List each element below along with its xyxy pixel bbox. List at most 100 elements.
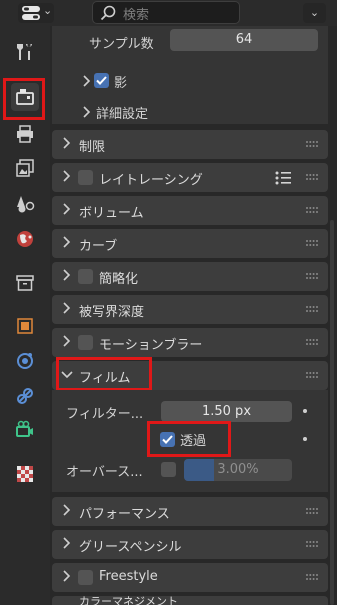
tab-scene[interactable] [11,190,39,218]
panel-curves[interactable]: カーブ [52,229,328,258]
tab-world[interactable] [11,225,39,253]
panel-label: Freestyle [99,569,158,584]
overscan-label: オーバース... [66,465,143,480]
panel-label: 制限 [79,140,106,155]
panel-motion-blur[interactable]: モーションブラー [52,328,328,357]
chevron-down-icon [61,371,73,379]
search-placeholder: 検索 [123,8,150,23]
tab-texture[interactable] [11,460,39,488]
tab-physics[interactable] [11,416,39,444]
list-options-icon[interactable] [274,170,292,186]
chevron-right-icon [63,570,71,582]
chevron-right-icon [63,504,71,516]
chevron-right-icon [63,269,71,281]
cone-sphere-icon [17,196,35,213]
drag-handle-icon[interactable] [305,140,319,148]
globe-icon [17,231,33,247]
drag-handle-icon[interactable] [305,540,319,548]
editor-type-button[interactable]: ⌄ [18,3,54,23]
chevron-right-icon [63,170,71,182]
panel-label: レイトレーシング [99,173,203,188]
panel-label: 簡略化 [99,272,139,287]
drag-handle-icon[interactable] [305,305,319,313]
chevron-right-icon [63,335,71,347]
physics-icon [17,353,33,369]
panel-limits[interactable]: 制限 [52,130,328,159]
tab-collection[interactable] [11,269,39,297]
raytracing-checkbox[interactable] [78,170,93,185]
square-orange-icon [17,318,33,334]
tab-object[interactable] [11,312,39,340]
camera-data-icon [16,420,33,437]
search-field[interactable]: 検索 [92,1,240,24]
panel-performance[interactable]: パフォーマンス [52,497,328,526]
shadow-checkbox[interactable] [94,73,109,88]
panel-grease-pencil[interactable]: グリースペンシル [52,530,328,559]
panel-freestyle[interactable]: Freestyle [52,563,328,592]
advanced-label[interactable]: 詳細設定 [96,103,148,122]
shadow-label: 影 [114,76,128,91]
panel-simplify[interactable]: 簡略化 [52,262,328,291]
panel-volumes[interactable]: ボリューム [52,196,328,225]
checkmark-icon [96,76,107,85]
checker-icon [17,466,33,482]
panel-label: ボリューム [79,206,144,221]
properties-editor-icon [22,6,40,20]
chevron-right-icon [63,236,71,248]
drag-handle-icon[interactable] [305,338,319,346]
samples-value: 64 [235,32,253,47]
printer-icon [17,125,33,143]
panel-film[interactable]: フィルム [52,361,328,390]
freestyle-checkbox[interactable] [78,570,93,585]
samples-label: サンプル数 [89,37,154,52]
drag-handle-icon[interactable] [305,173,319,181]
panel-label: カラーマネジメント [79,596,178,605]
tab-particles[interactable] [11,382,39,410]
filter-size-value: 1.50 px [201,404,252,419]
drag-handle-icon[interactable] [305,573,319,581]
overscan-checkbox[interactable] [161,462,176,477]
transparent-checkbox[interactable] [160,432,175,447]
chevron-right-icon [63,302,71,314]
tab-render[interactable] [11,83,39,111]
chevron-right-icon [63,137,71,149]
panel-label: フィルム [79,371,131,386]
chevron-right-icon [63,203,71,215]
panel-label: 被写界深度 [79,305,145,320]
options-dropdown-button[interactable]: ⌄ [303,3,326,23]
filter-size-field[interactable]: 1.50 px [161,401,292,422]
search-icon [100,5,116,21]
panel-label: カーブ [79,239,118,254]
tab-view-layer[interactable] [11,154,39,182]
drag-handle-icon[interactable] [305,371,319,379]
drag-handle-icon[interactable] [305,507,319,515]
wrench-screwdriver-icon [17,44,32,60]
overscan-slider-fill [184,459,214,481]
scrollbar[interactable] [330,220,334,605]
panel-raytracing[interactable]: レイトレーシング [52,163,328,192]
checkmark-icon [162,435,173,444]
tab-modifiers[interactable] [11,347,39,375]
keyframe-dot-icon[interactable] [303,409,307,413]
transparent-label: 透過 [180,434,207,449]
panel-depth-of-field[interactable]: 被写界深度 [52,295,328,324]
tab-output[interactable] [11,120,39,148]
keyframe-dot-icon[interactable] [303,437,307,441]
chevron-down-icon: ⌄ [43,4,53,17]
drag-handle-icon[interactable] [305,272,319,280]
film-subpanel: フィルター... 1.50 px 透過 オーバース... 3.00% [52,390,328,492]
drag-handle-icon[interactable] [305,206,319,214]
box-icon [16,275,34,291]
chevron-right-icon [63,537,71,549]
samples-field[interactable]: 64 [170,29,318,51]
panel-color-management[interactable]: カラーマネジメント [52,596,328,605]
image-stack-icon [16,159,34,177]
tab-tool[interactable] [11,38,39,66]
simplify-checkbox[interactable] [78,269,93,284]
motion-blur-checkbox[interactable] [78,335,93,350]
drag-handle-icon[interactable] [305,239,319,247]
overscan-slider[interactable]: 3.00% [184,459,292,481]
constraint-icon [17,388,33,404]
shadows-subpanel: サンプル数 64 影 詳細設定 [52,26,328,124]
chevron-right-icon [83,75,91,87]
